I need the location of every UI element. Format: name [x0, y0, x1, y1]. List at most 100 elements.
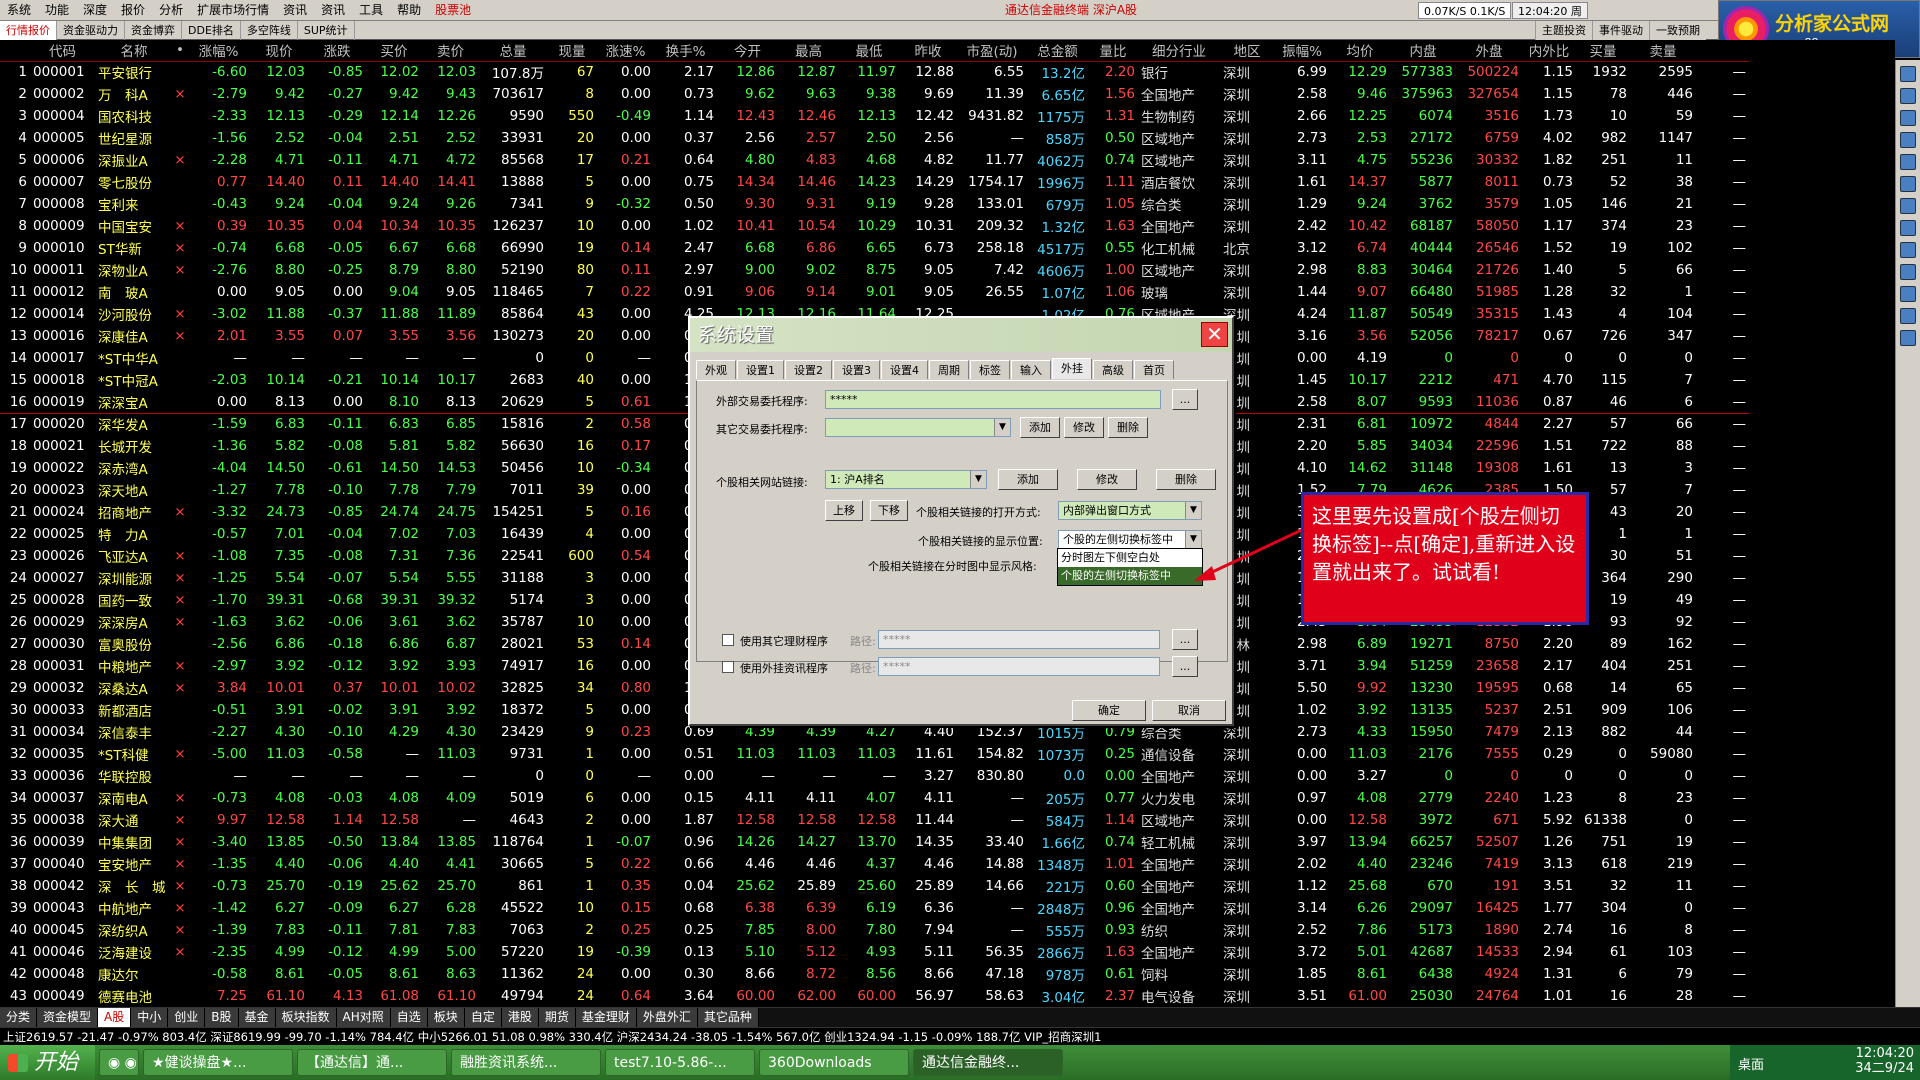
table-row[interactable]: 41 000046 泛海建设 × -2.35 4.99 -0.12 4.99 5.00 57220…	[0, 941, 1749, 963]
table-row[interactable]: 43 000049 德赛电池 7.25 61.10 4.13 61.08 61.10 49794…	[0, 985, 1749, 1007]
dropdown-option[interactable]: 分时图左下侧空白处	[1058, 549, 1202, 567]
table-row[interactable]: 10 000011 深物业A × -2.76 8.80 -0.25 8.79 8.80 52190…	[0, 259, 1749, 281]
menu-system[interactable]: 系统	[0, 0, 38, 21]
tab-fund-drive[interactable]: 资金驱动力	[57, 21, 125, 40]
firefox-icon[interactable]: ◉	[125, 1055, 137, 1071]
tab-event-drive[interactable]: 事件驱动	[1592, 21, 1649, 40]
tool-chart-icon[interactable]	[1900, 154, 1916, 170]
menu-info-1[interactable]: 资讯	[276, 0, 314, 21]
table-row[interactable]: 39 000043 中航地产 × -1.42 6.27 -0.09 6.27 6.28 45522…	[0, 897, 1749, 919]
column-header[interactable]: 买量	[1576, 40, 1630, 62]
table-row[interactable]: 8 000009 中国宝安 × 0.39 10.35 0.04 10.34 10.35 12623…	[0, 215, 1749, 237]
settings-tab[interactable]: 输入	[1011, 360, 1051, 379]
other-fin-browse-button[interactable]: ...	[1172, 629, 1198, 650]
column-header[interactable]: 最高	[778, 40, 839, 62]
tab-consensus[interactable]: 一致预期	[1649, 21, 1706, 40]
market-tab[interactable]: 期货	[538, 1008, 576, 1027]
table-row[interactable]: 3 000004 国农科技 -2.33 12.13 -0.29 12.14 12.26 9590…	[0, 105, 1749, 127]
table-row[interactable]: 5 000006 深振业A × -2.28 4.71 -0.11 4.71 4.72 85568 1…	[0, 149, 1749, 171]
position-select[interactable]: 个股的左侧切换标签中 ▼	[1058, 530, 1202, 549]
use-ext-info-checkbox[interactable]	[722, 661, 734, 673]
column-header[interactable]: 卖价	[422, 40, 479, 62]
table-row[interactable]: 11 000012 南 玻A 0.00 9.05 0.00 9.04 9.05 118465 7 0…	[0, 281, 1749, 303]
open-mode-select[interactable]: 内部弹出窗口方式 ▼	[1058, 501, 1202, 520]
market-tab[interactable]: AH对照	[336, 1008, 391, 1027]
other-fin-path-input[interactable]: *****	[878, 630, 1160, 649]
desktop-label[interactable]: 桌面	[1738, 1054, 1764, 1073]
market-tab[interactable]: 资金模型	[37, 1008, 99, 1027]
move-down-button[interactable]: 下移	[870, 500, 908, 521]
dropdown-option-selected[interactable]: 个股的左侧切换标签中	[1058, 567, 1202, 585]
column-header[interactable]: 昨收	[899, 40, 957, 62]
menu-stock-pool[interactable]: 股票池	[428, 0, 478, 21]
tab-theme-invest[interactable]: 主题投资	[1535, 21, 1592, 40]
settings-tab[interactable]: 标签	[970, 360, 1010, 379]
column-header[interactable]: 量比	[1088, 40, 1138, 62]
table-row[interactable]: 38 000042 深 长 城 × -0.73 25.70 -0.19 25.62 25.70 8…	[0, 875, 1749, 897]
tool-kline-icon[interactable]	[1900, 132, 1916, 148]
other-trade-edit-button[interactable]: 修改	[1064, 417, 1104, 438]
column-header[interactable]: 涨幅%	[187, 40, 250, 62]
column-header[interactable]: 内盘	[1390, 40, 1456, 62]
column-header[interactable]: 涨跌	[308, 40, 366, 62]
menu-analysis[interactable]: 分析	[152, 0, 190, 21]
market-tab[interactable]: 基金	[238, 1008, 276, 1027]
tool-down-icon[interactable]	[1900, 88, 1916, 104]
tab-quote-list[interactable]: 行情报价	[0, 21, 57, 40]
menu-quote[interactable]: 报价	[114, 0, 152, 21]
column-header[interactable]: 名称	[95, 40, 173, 62]
market-tab[interactable]: 其它品种	[697, 1008, 759, 1027]
tool-find-icon[interactable]	[1900, 242, 1916, 258]
table-row[interactable]: 1 000001 平安银行 -6.60 12.03 -0.85 12.02 12.03 107.…	[0, 61, 1749, 83]
column-header[interactable]: 代码	[30, 40, 95, 62]
settings-tab[interactable]: 周期	[929, 360, 969, 379]
menu-depth[interactable]: 深度	[76, 0, 114, 21]
ext-info-path-input[interactable]: *****	[878, 657, 1160, 676]
table-row[interactable]: 35 000038 深大通 × 9.97 12.58 1.14 12.58 — 4643 2 0.00…	[0, 809, 1749, 831]
settings-tab[interactable]: 首页	[1134, 360, 1174, 379]
tool-setting-icon[interactable]	[1900, 264, 1916, 280]
market-tab[interactable]: A股	[98, 1008, 132, 1027]
table-row[interactable]: 33 000036 华联控股 — — — — —0 0—0.00— — —3.27 830.80 0.0…	[0, 765, 1749, 787]
task-item[interactable]: 【通达信】通...	[297, 1049, 447, 1076]
settings-tab[interactable]: 设置2	[785, 360, 832, 379]
dialog-titlebar[interactable]: 系统设置 ✕	[690, 318, 1232, 352]
settings-tab[interactable]: 外观	[696, 360, 736, 379]
market-tab[interactable]: 港股	[501, 1008, 539, 1027]
column-header[interactable]: 地区	[1220, 40, 1274, 62]
column-header[interactable]: 现价	[250, 40, 308, 62]
link-edit-button[interactable]: 修改	[1077, 469, 1137, 490]
move-up-button[interactable]: 上移	[825, 500, 863, 521]
ext-trade-input[interactable]: *****	[825, 390, 1161, 409]
market-tab[interactable]: 基金理财	[575, 1008, 637, 1027]
start-button[interactable]: 开始	[0, 1045, 95, 1080]
ext-trade-browse-button[interactable]: ...	[1172, 389, 1198, 410]
cancel-button[interactable]: 取消	[1152, 700, 1226, 721]
tool-list-icon[interactable]	[1900, 176, 1916, 192]
settings-tab[interactable]: 设置3	[833, 360, 880, 379]
column-header[interactable]	[1696, 40, 1749, 62]
column-header[interactable]: 均价	[1330, 40, 1390, 62]
menu-tools[interactable]: 工具	[352, 0, 390, 21]
tool-up-icon[interactable]	[1900, 66, 1916, 82]
menu-function[interactable]: 功能	[38, 0, 76, 21]
table-row[interactable]: 9 000010 ST华新 × -0.74 6.68 -0.05 6.67 6.68 66990 1…	[0, 237, 1749, 259]
table-row[interactable]: 36 000039 中集集团 × -3.40 13.85 -0.50 13.84 13.85 11…	[0, 831, 1749, 853]
browser-icon[interactable]: ◉	[108, 1055, 120, 1071]
task-item[interactable]: ★健谈操盘★...	[143, 1049, 293, 1076]
table-row[interactable]: 42 000048 康达尔 -0.58 8.61 -0.05 8.61 8.63 11362 24…	[0, 963, 1749, 985]
ok-button[interactable]: 确定	[1072, 700, 1146, 721]
other-trade-delete-button[interactable]: 删除	[1108, 417, 1148, 438]
settings-tab[interactable]: 设置1	[737, 360, 784, 379]
other-trade-select[interactable]: ▼	[825, 418, 1011, 437]
market-tab[interactable]: 中小	[131, 1008, 169, 1027]
column-header[interactable]	[0, 40, 30, 62]
ext-info-browse-button[interactable]: ...	[1172, 656, 1198, 677]
column-header[interactable]: 换手%	[654, 40, 717, 62]
column-header[interactable]: 细分行业	[1138, 40, 1220, 62]
column-header[interactable]: 现量	[547, 40, 597, 62]
use-other-fin-checkbox[interactable]	[722, 634, 734, 646]
column-header[interactable]: 涨速%	[597, 40, 654, 62]
column-header[interactable]: •	[173, 40, 187, 62]
table-row[interactable]: 32 000035 *ST科健 × -5.00 11.03 -0.58 — 11.03 9731 1…	[0, 743, 1749, 765]
